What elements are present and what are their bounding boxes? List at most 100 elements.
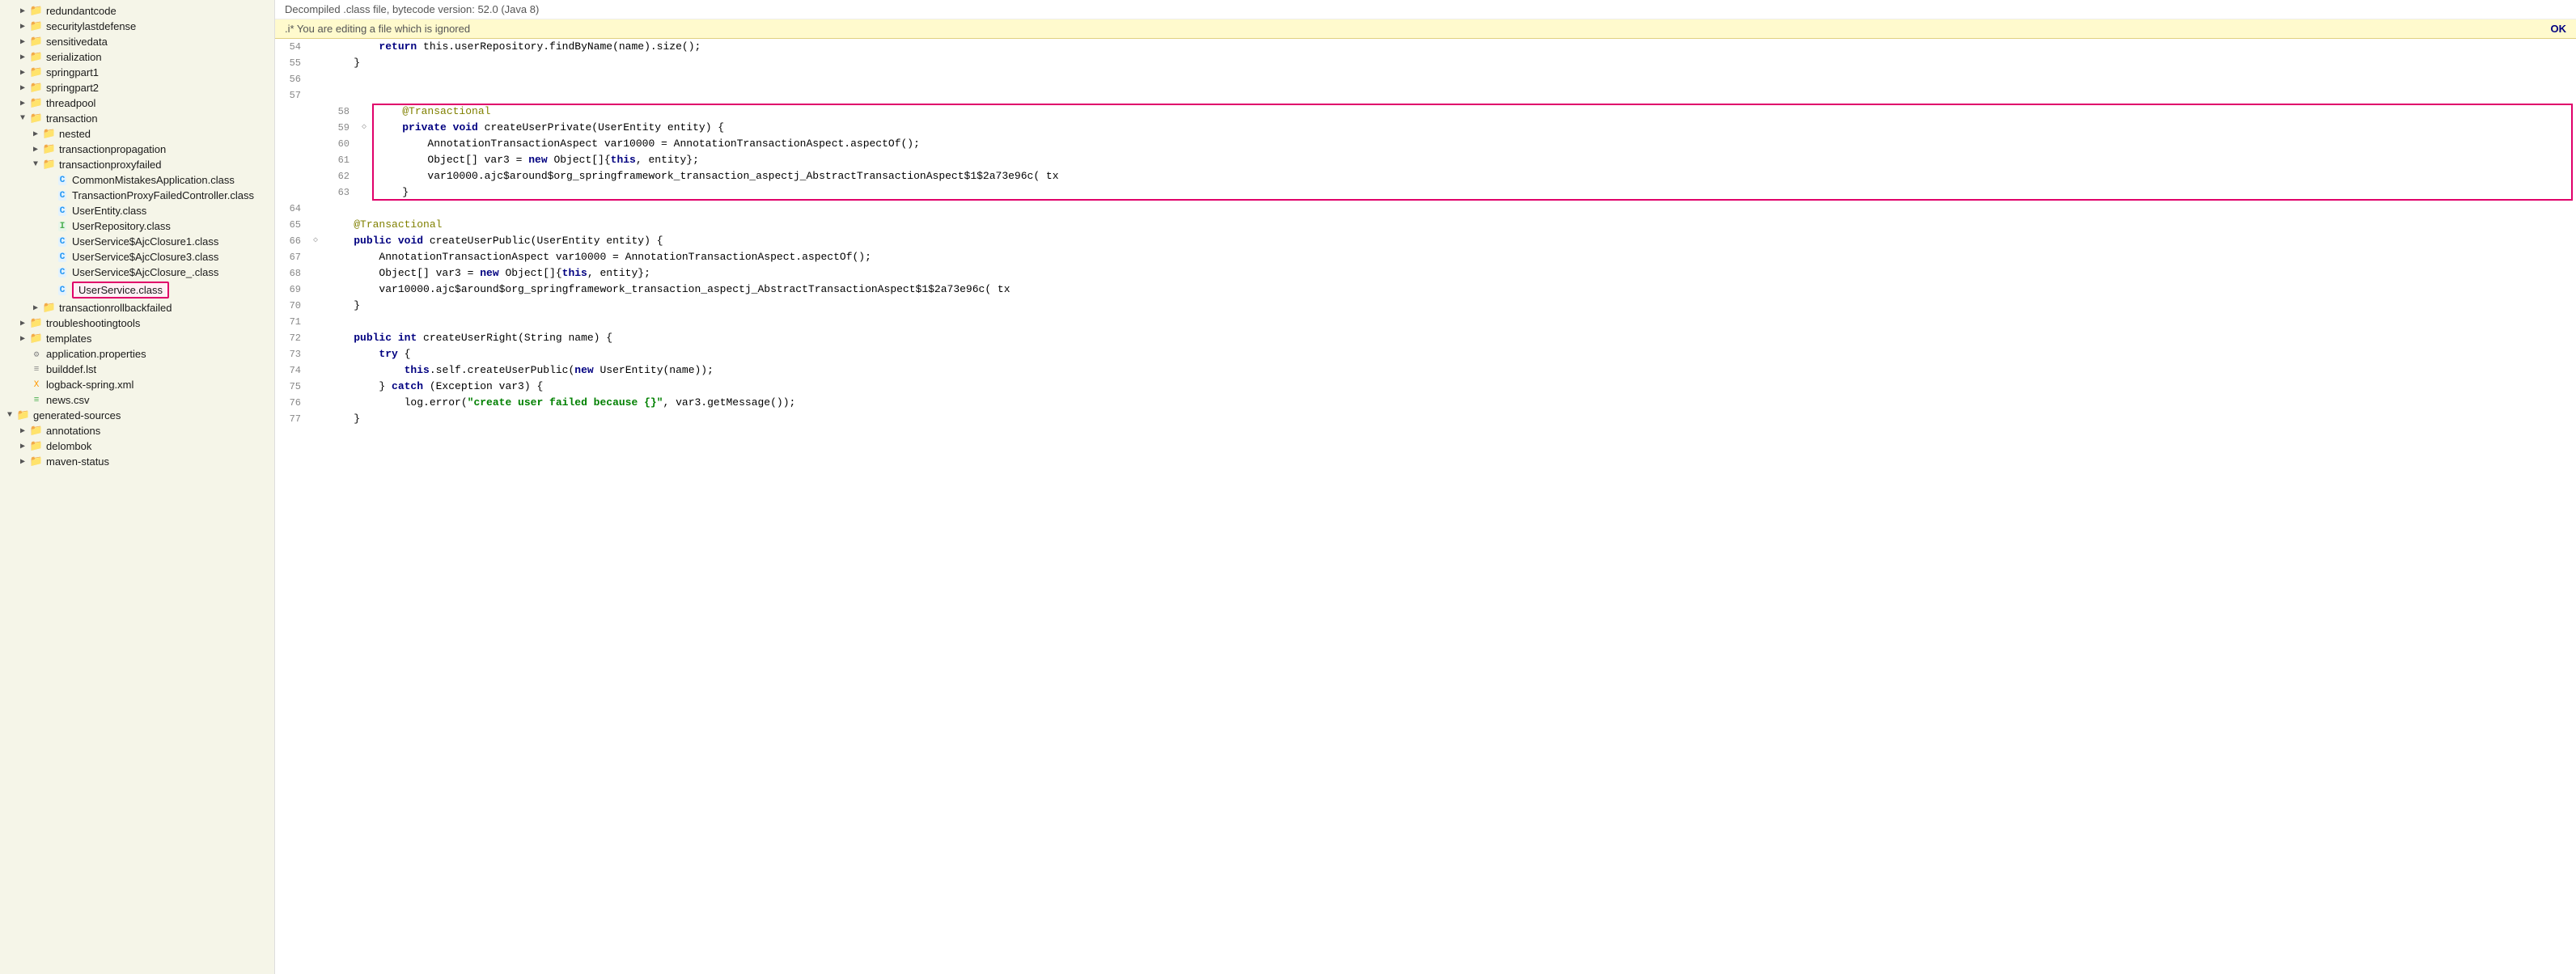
class-icon: C: [55, 176, 70, 185]
line-number: 65: [275, 217, 307, 233]
code-text: public void createUserPublic(UserEntity …: [324, 233, 2576, 249]
folder-icon: 📁: [42, 159, 57, 171]
tree-arrow: ▶: [16, 426, 29, 436]
line-number: 62: [324, 168, 356, 184]
code-line: 68 Object[] var3 = new Object[]{this, en…: [275, 265, 2576, 282]
sidebar-item-serialization[interactable]: ▶📁serialization: [0, 49, 274, 65]
folder-icon: 📁: [42, 302, 57, 314]
code-text: private void createUserPrivate(UserEntit…: [372, 120, 2573, 136]
sidebar-item-templates[interactable]: ▶📁templates: [0, 331, 274, 346]
code-line: 59◇ private void createUserPrivate(UserE…: [324, 120, 2573, 136]
sidebar-item-transactionproxyfailed[interactable]: ▼📁transactionproxyfailed: [0, 157, 274, 172]
sidebar-item-sensitivedata[interactable]: ▶📁sensitivedata: [0, 34, 274, 49]
line-number: 76: [275, 395, 307, 411]
sidebar-item-UserService[interactable]: CUserService.class: [0, 280, 274, 300]
sidebar-item-UserEntity[interactable]: CUserEntity.class: [0, 203, 274, 218]
file-tree[interactable]: ▶📁redundantcode▶📁securitylastdefense▶📁se…: [0, 0, 275, 974]
folder-icon: 📁: [29, 317, 44, 329]
code-text: this.self.createUserPublic(new UserEntit…: [324, 362, 2576, 379]
sidebar-item-application.properties[interactable]: ⚙application.properties: [0, 346, 274, 362]
interface-icon: I: [55, 222, 70, 231]
folder-icon: 📁: [29, 20, 44, 32]
sidebar-item-UserServiceAjcClosure3[interactable]: CUserService$AjcClosure3.class: [0, 249, 274, 265]
sidebar-item-UserServiceAjcClosure1[interactable]: CUserService$AjcClosure1.class: [0, 234, 274, 249]
sidebar-item-delombok[interactable]: ▶📁delombok: [0, 438, 274, 454]
warning-bar: .i* You are editing a file which is igno…: [275, 19, 2576, 39]
code-line: 67 AnnotationTransactionAspect var10000 …: [275, 249, 2576, 265]
class-icon: C: [55, 206, 70, 216]
code-line: 73 try {: [275, 346, 2576, 362]
sidebar-item-builddef.lst[interactable]: ≡builddef.lst: [0, 362, 274, 377]
tree-arrow: ▶: [16, 442, 29, 451]
sidebar-item-label: TransactionProxyFailedController.class: [72, 189, 254, 201]
code-text: return this.userRepository.findByName(na…: [324, 39, 2576, 55]
sidebar-item-label: UserRepository.class: [72, 220, 171, 232]
sidebar-item-securitylastdefense[interactable]: ▶📁securitylastdefense: [0, 19, 274, 34]
sidebar-item-logback-spring.xml[interactable]: Xlogback-spring.xml: [0, 377, 274, 392]
code-line: 56: [275, 71, 2576, 87]
line-number: 69: [275, 282, 307, 298]
line-number: 75: [275, 379, 307, 395]
code-text: @Transactional: [324, 217, 2576, 233]
sidebar-item-springpart2[interactable]: ▶📁springpart2: [0, 80, 274, 95]
sidebar-item-maven-status[interactable]: ▶📁maven-status: [0, 454, 274, 469]
line-number: 71: [275, 314, 307, 330]
code-line: 54 return this.userRepository.findByName…: [275, 39, 2576, 55]
props-icon: ⚙: [29, 349, 44, 360]
code-editor[interactable]: 54 return this.userRepository.findByName…: [275, 39, 2576, 974]
line-number: 55: [275, 55, 307, 71]
sidebar-item-generated-sources[interactable]: ▼📁generated-sources: [0, 408, 274, 423]
tree-arrow: ▼: [16, 114, 29, 123]
sidebar-item-transactionpropagation[interactable]: ▶📁transactionpropagation: [0, 142, 274, 157]
sidebar-item-label: CommonMistakesApplication.class: [72, 174, 235, 186]
sidebar-item-annotations[interactable]: ▶📁annotations: [0, 423, 274, 438]
sidebar-item-troubleshootingtools[interactable]: ▶📁troubleshootingtools: [0, 315, 274, 331]
code-text: } catch (Exception var3) {: [324, 379, 2576, 395]
code-text: AnnotationTransactionAspect var10000 = A…: [324, 249, 2576, 265]
gutter-icon: ◇: [356, 120, 372, 136]
code-line: 71: [275, 314, 2576, 330]
gutter-icon: ◇: [307, 233, 324, 249]
code-line: 62 var10000.ajc$around$org_springframewo…: [324, 168, 2573, 184]
sidebar-item-nested[interactable]: ▶📁nested: [0, 126, 274, 142]
sidebar-item-transaction[interactable]: ▼📁transaction: [0, 111, 274, 126]
code-line: 72 public int createUserRight(String nam…: [275, 330, 2576, 346]
line-number: 64: [275, 201, 307, 217]
tree-arrow: ▶: [16, 457, 29, 467]
sidebar-item-CommonMistakesApplication[interactable]: CCommonMistakesApplication.class: [0, 172, 274, 188]
sidebar-item-UserRepository[interactable]: IUserRepository.class: [0, 218, 274, 234]
sidebar-item-label: delombok: [46, 440, 91, 452]
sidebar-item-threadpool[interactable]: ▶📁threadpool: [0, 95, 274, 111]
sidebar-item-label: transactionpropagation: [59, 143, 166, 155]
sidebar-item-label: application.properties: [46, 348, 146, 360]
sidebar-item-news.csv[interactable]: ≡news.csv: [0, 392, 274, 408]
sidebar-item-springpart1[interactable]: ▶📁springpart1: [0, 65, 274, 80]
warning-text: .i* You are editing a file which is igno…: [285, 23, 470, 35]
code-text: log.error("create user failed because {}…: [324, 395, 2576, 411]
code-text: try {: [324, 346, 2576, 362]
sidebar-item-label: transactionproxyfailed: [59, 159, 161, 171]
line-number: 70: [275, 298, 307, 314]
sidebar-item-label: sensitivedata: [46, 36, 108, 48]
tree-arrow: ▶: [29, 145, 42, 155]
sidebar-item-label: logback-spring.xml: [46, 379, 133, 391]
code-text: var10000.ajc$around$org_springframework_…: [324, 282, 2576, 298]
code-text: }: [324, 55, 2576, 71]
tree-arrow: ▶: [16, 83, 29, 93]
sidebar-item-label: threadpool: [46, 97, 95, 109]
tree-arrow: ▶: [16, 22, 29, 32]
line-number: 74: [275, 362, 307, 379]
tree-arrow: ▶: [29, 303, 42, 313]
code-text: }: [324, 411, 2576, 427]
line-number: 56: [275, 71, 307, 87]
sidebar-item-TransactionProxyFailedController[interactable]: CTransactionProxyFailedController.class: [0, 188, 274, 203]
ok-button[interactable]: OK: [2551, 23, 2567, 35]
sidebar-item-redundantcode[interactable]: ▶📁redundantcode: [0, 3, 274, 19]
sidebar-item-transactionrollbackfailed[interactable]: ▶📁transactionrollbackfailed: [0, 300, 274, 315]
folder-icon: 📁: [29, 455, 44, 468]
sidebar-item-UserServiceAjcClosure_[interactable]: CUserService$AjcClosure_.class: [0, 265, 274, 280]
line-number: 67: [275, 249, 307, 265]
line-number: 58: [324, 104, 356, 120]
line-number: 68: [275, 265, 307, 282]
sidebar-item-label: generated-sources: [33, 409, 121, 421]
